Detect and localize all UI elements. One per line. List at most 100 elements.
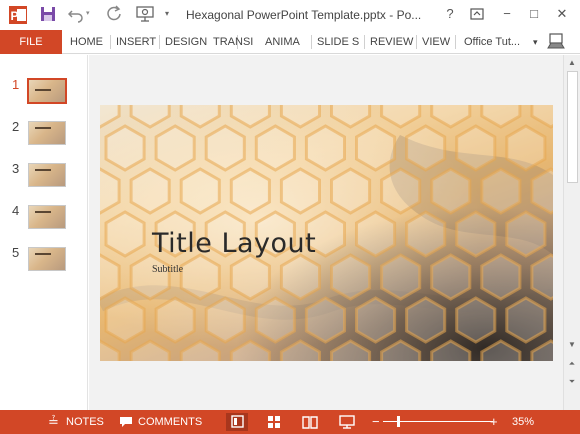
scroll-thumb[interactable]	[567, 71, 578, 183]
slide-number: 4	[12, 203, 20, 218]
zoom-level[interactable]: 35%	[512, 410, 534, 434]
hexagon-shape	[129, 167, 171, 215]
hexagon-shape	[455, 296, 497, 344]
ribbon-tabs: FILE HOME INSERT DESIGN TRANSI ANIMA SLI…	[0, 30, 580, 54]
hexagon-shape	[254, 296, 296, 344]
hexagon-shape	[204, 124, 246, 172]
powerpoint-icon[interactable]: P	[8, 5, 28, 30]
save-icon[interactable]	[40, 5, 56, 28]
hexagon-shape	[179, 253, 221, 301]
minimize-button[interactable]: −	[497, 4, 517, 24]
zoom-in-button[interactable]: +	[490, 410, 498, 434]
hexagon-shape	[380, 167, 422, 215]
ribbon-display-icon[interactable]	[467, 4, 487, 24]
slide-title[interactable]: Title Layout	[152, 228, 316, 259]
tab-slide-show[interactable]: SLIDE S	[313, 30, 363, 54]
normal-view-icon[interactable]	[226, 413, 248, 431]
title-bar: P ▾ ▾ Hexagonal PowerPoint Template.pptx…	[0, 0, 580, 30]
hexagon-shape	[355, 210, 397, 258]
hexagon-shape	[505, 296, 547, 344]
notes-button[interactable]: NOTES	[66, 410, 104, 434]
undo-dropdown-icon[interactable]: ▾	[86, 9, 90, 17]
hexagon-shape	[330, 167, 372, 215]
slide-thumbnail-5[interactable]	[28, 247, 66, 271]
slide-thumbnail-4[interactable]	[28, 205, 66, 229]
slide-number: 5	[12, 245, 20, 260]
hexagon-shape	[304, 296, 346, 344]
hexagon-shape	[279, 167, 321, 215]
tab-view[interactable]: VIEW	[418, 30, 454, 54]
file-tab[interactable]: FILE	[0, 30, 62, 54]
hexagon-shape	[505, 124, 547, 172]
thumbnail-title-bar	[35, 169, 51, 171]
presenter-icon[interactable]	[136, 5, 154, 28]
slide-thumbnail-3[interactable]	[28, 163, 66, 187]
comments-icon[interactable]	[119, 410, 133, 434]
undo-icon[interactable]	[67, 5, 84, 28]
hexagon-shape	[355, 124, 397, 172]
thumbnail-title-bar	[35, 127, 51, 129]
hexagon-shape	[355, 296, 397, 344]
hexagon-shape	[204, 296, 246, 344]
account-name[interactable]: Office Tut...	[460, 30, 524, 54]
account-caret-icon[interactable]: ▾	[529, 30, 542, 54]
help-button[interactable]: ?	[440, 4, 460, 24]
thumbnail-title-bar	[35, 89, 51, 91]
zoom-out-button[interactable]: −	[372, 410, 380, 434]
tab-design[interactable]: DESIGN	[161, 30, 211, 54]
slide-editing-area: Title Layout Subtitle	[89, 55, 563, 410]
hexagon-shape	[480, 167, 522, 215]
tab-home[interactable]: HOME	[66, 30, 107, 54]
window-title: Hexagonal PowerPoint Template.pptx - Po.…	[186, 8, 422, 22]
vertical-scrollbar[interactable]: ▲ ▼ ⏶ ⏷	[563, 55, 580, 410]
next-slide-icon[interactable]: ⏷	[566, 376, 578, 388]
customize-qat-icon[interactable]: ▾	[165, 9, 169, 18]
thumbnail-title-bar	[35, 211, 51, 213]
tab-separator	[455, 35, 456, 49]
notes-icon[interactable]: ≟	[48, 410, 59, 434]
hexagon-shape	[480, 253, 522, 301]
previous-slide-icon[interactable]: ⏶	[566, 358, 578, 370]
slide-thumbnail-2[interactable]	[28, 121, 66, 145]
zoom-slider-handle[interactable]	[397, 416, 400, 427]
hexagon-shape	[430, 253, 472, 301]
tab-transitions[interactable]: TRANSI	[209, 30, 257, 54]
reading-view-icon[interactable]	[299, 413, 321, 431]
slide-sorter-icon[interactable]	[263, 413, 285, 431]
hexagon-shape	[154, 296, 196, 344]
hexagon-shape	[104, 210, 146, 258]
slide-thumbnail-1[interactable]	[27, 78, 67, 104]
scroll-down-icon[interactable]: ▼	[566, 339, 578, 351]
tab-animations[interactable]: ANIMA	[261, 30, 304, 54]
hexagon-shape	[229, 167, 271, 215]
comments-button[interactable]: COMMENTS	[138, 410, 202, 434]
thumbnail-title-bar	[35, 253, 51, 255]
tab-separator	[364, 35, 365, 49]
maximize-button[interactable]: □	[524, 4, 544, 24]
slide-show-icon[interactable]	[336, 413, 358, 431]
hexagon-shape	[430, 167, 472, 215]
close-button[interactable]: ✕	[552, 4, 572, 24]
hexagon-shape	[229, 253, 271, 301]
hexagon-shape	[330, 253, 372, 301]
tab-review[interactable]: REVIEW	[366, 30, 417, 54]
tab-insert[interactable]: INSERT	[112, 30, 160, 54]
tab-separator	[110, 35, 111, 49]
hexagon-shape	[405, 210, 447, 258]
hexagon-shape	[179, 167, 221, 215]
tab-separator	[416, 35, 417, 49]
scroll-up-icon[interactable]: ▲	[566, 57, 578, 69]
slide-subtitle[interactable]: Subtitle	[152, 264, 183, 275]
redo-icon[interactable]	[106, 5, 122, 28]
hexagon-shape	[405, 124, 447, 172]
slide-canvas[interactable]: Title Layout Subtitle	[100, 105, 553, 361]
slide-number: 1	[12, 77, 20, 92]
hexagon-shape	[505, 210, 547, 258]
hexagon-shape	[455, 210, 497, 258]
hexagon-shape	[154, 124, 196, 172]
hexagon-shape	[279, 253, 321, 301]
slide-number: 2	[12, 119, 20, 134]
account-avatar-icon[interactable]	[546, 32, 566, 57]
hexagon-shape	[129, 253, 171, 301]
hexagon-shape	[104, 124, 146, 172]
